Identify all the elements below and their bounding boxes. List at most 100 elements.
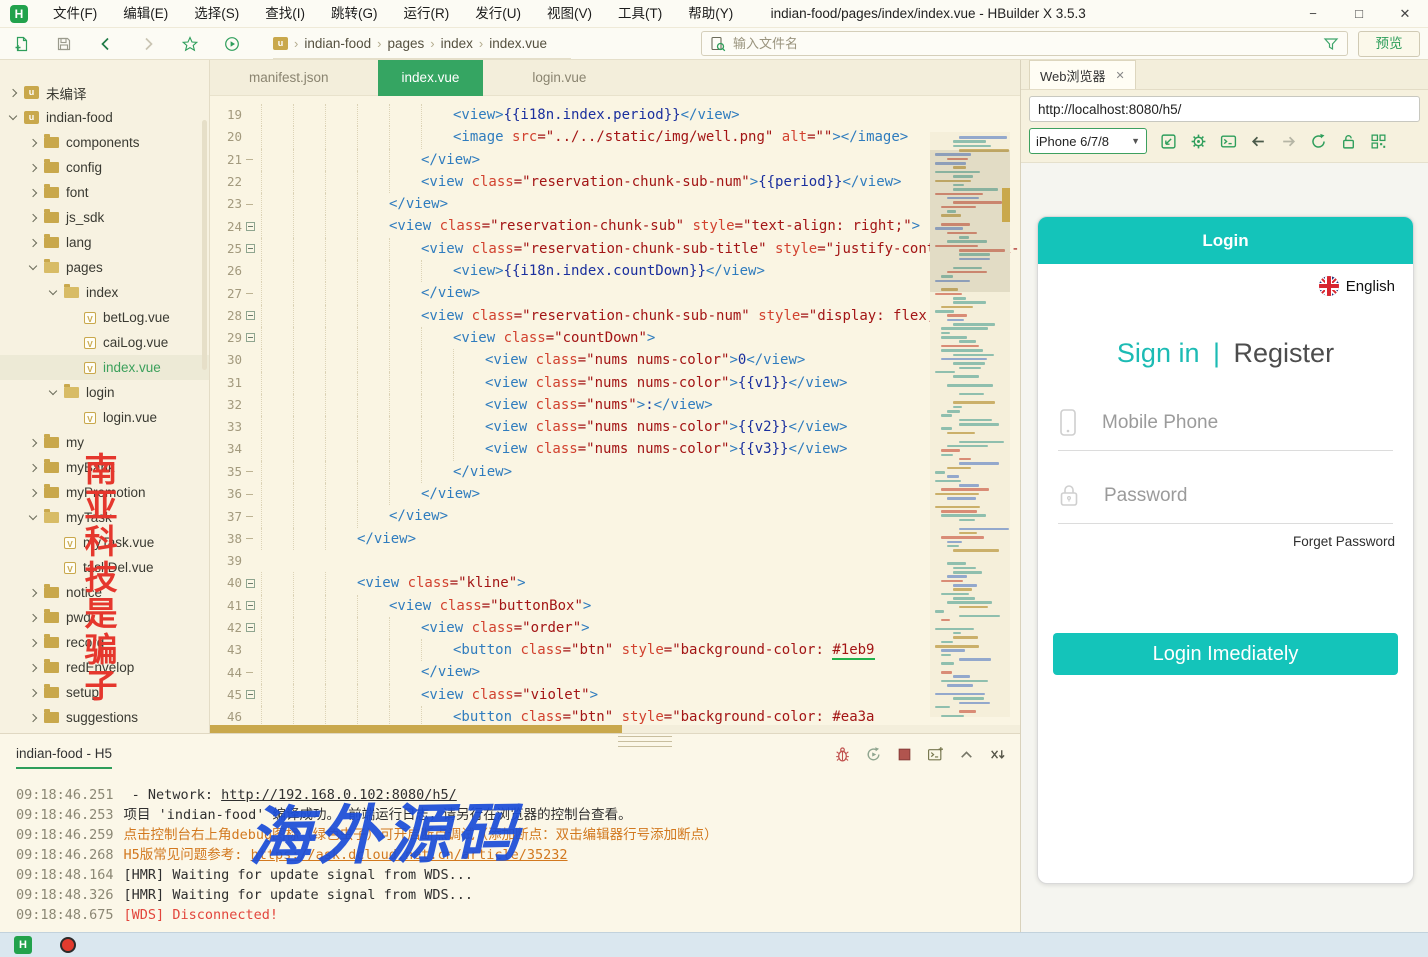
clear-console-icon[interactable] <box>989 746 1006 768</box>
line-number[interactable]: 31 <box>210 372 242 394</box>
sidebar-item-font[interactable]: font <box>0 180 209 205</box>
line-number[interactable]: 30 <box>210 349 242 371</box>
line-number[interactable]: 38 <box>210 528 242 550</box>
chevron-right-icon[interactable] <box>29 213 37 221</box>
login-button[interactable]: Login Imediately <box>1053 633 1398 675</box>
code-line-38[interactable]: 38</view> <box>210 528 1020 550</box>
sidebar-item-components[interactable]: components <box>0 130 209 155</box>
line-number[interactable]: 45 <box>210 684 242 706</box>
forward-icon[interactable] <box>140 36 156 52</box>
code-line-34[interactable]: 34<view class="nums nums-color">{{v3}}</… <box>210 438 1020 460</box>
chevron-down-icon[interactable] <box>49 287 57 295</box>
log-link[interactable]: https://ask.dcloud.net.cn/article/35232 <box>251 847 568 863</box>
code-line-25[interactable]: 25<view class="reservation-chunk-sub-tit… <box>210 238 1020 260</box>
line-number[interactable]: 39 <box>210 550 242 572</box>
console-tab[interactable]: indian-food - H5 <box>16 746 112 769</box>
sidebar-item-record[interactable]: record <box>0 630 209 655</box>
line-number[interactable]: 35 <box>210 461 242 483</box>
menu-item-2[interactable]: 选择(S) <box>181 0 252 28</box>
debug-bug-icon[interactable] <box>834 746 851 768</box>
menu-item-9[interactable]: 帮助(Y) <box>675 0 746 28</box>
code-line-22[interactable]: 22<view class="reservation-chunk-sub-num… <box>210 171 1020 193</box>
sign-in-tab[interactable]: Sign in <box>1117 338 1200 368</box>
sidebar-item-index[interactable]: index <box>0 280 209 305</box>
code-line-29[interactable]: 29<view class="countDown"> <box>210 327 1020 349</box>
chevron-right-icon[interactable] <box>29 163 37 171</box>
chevron-right-icon[interactable] <box>29 438 37 446</box>
save-icon[interactable] <box>56 36 72 52</box>
chevron-right-icon[interactable] <box>29 713 37 721</box>
taskbar-hbuilder-icon[interactable]: H <box>14 936 32 954</box>
chevron-right-icon[interactable] <box>9 88 17 96</box>
line-number[interactable]: 25 <box>210 238 242 260</box>
bookmark-star-icon[interactable] <box>182 36 198 52</box>
new-console-icon[interactable] <box>927 746 944 768</box>
fold-collapse-icon[interactable] <box>246 623 255 632</box>
line-number[interactable]: 27 <box>210 283 242 305</box>
code-line-20[interactable]: 20<image src="../../static/img/well.png"… <box>210 126 1020 148</box>
splitter-grip[interactable] <box>618 736 672 747</box>
chevron-right-icon[interactable] <box>29 663 37 671</box>
browser-back-icon[interactable] <box>1250 133 1267 150</box>
chevron-right-icon[interactable] <box>29 138 37 146</box>
line-number[interactable]: 42 <box>210 617 242 639</box>
code-line-28[interactable]: 28<view class="reservation-chunk-sub-num… <box>210 305 1020 327</box>
menu-item-0[interactable]: 文件(F) <box>40 0 110 28</box>
sidebar-item-myTask-vue[interactable]: VmyTask.vue <box>0 530 209 555</box>
fold-collapse-icon[interactable] <box>246 579 255 588</box>
sidebar-item-indian-food[interactable]: uindian-food <box>0 105 209 130</box>
url-input[interactable] <box>1029 96 1420 122</box>
sidebar-item-caiLog-vue[interactable]: VcaiLog.vue <box>0 330 209 355</box>
breadcrumb-item-index.vue[interactable]: index.vue <box>489 36 547 51</box>
code-line-33[interactable]: 33<view class="nums nums-color">{{v2}}</… <box>210 416 1020 438</box>
console-icon[interactable] <box>1220 133 1237 150</box>
minimap[interactable] <box>930 132 1010 717</box>
sidebar-item-betLog-vue[interactable]: VbetLog.vue <box>0 305 209 330</box>
minimize-button[interactable]: − <box>1290 0 1336 28</box>
code-line-44[interactable]: 44</view> <box>210 661 1020 683</box>
code-line-24[interactable]: 24<view class="reservation-chunk-sub" st… <box>210 215 1020 237</box>
sidebar-item-未编译[interactable]: u未编译 <box>0 80 209 105</box>
sidebar-item-redEnvelop[interactable]: redEnvelop <box>0 655 209 680</box>
menu-item-7[interactable]: 视图(V) <box>534 0 605 28</box>
sidebar-item-my[interactable]: my <box>0 430 209 455</box>
chevron-down-icon[interactable] <box>29 262 37 270</box>
settings-gear-icon[interactable] <box>1190 133 1207 150</box>
preview-button[interactable]: 预览 <box>1358 31 1420 57</box>
minimap-viewport[interactable] <box>930 150 1010 292</box>
chevron-down-icon[interactable] <box>49 387 57 395</box>
chevron-right-icon[interactable] <box>29 188 37 196</box>
line-number[interactable]: 36 <box>210 483 242 505</box>
code-line-43[interactable]: 43<button class="btn" style="background-… <box>210 639 1020 661</box>
fold-collapse-icon[interactable] <box>246 690 255 699</box>
line-number[interactable]: 24 <box>210 216 242 238</box>
breadcrumb-item-pages[interactable]: pages <box>388 36 425 51</box>
horizontal-scrollbar-thumb[interactable] <box>210 725 622 733</box>
sidebar-item-config[interactable]: config <box>0 155 209 180</box>
code-line-23[interactable]: 23</view> <box>210 193 1020 215</box>
sidebar-item-myBank[interactable]: myBank <box>0 455 209 480</box>
code-line-31[interactable]: 31<view class="nums nums-color">{{v1}}</… <box>210 372 1020 394</box>
sidebar-item-setup[interactable]: setup <box>0 680 209 705</box>
register-tab[interactable]: Register <box>1234 338 1335 368</box>
line-number[interactable]: 46 <box>210 706 242 725</box>
chevron-right-icon[interactable] <box>29 638 37 646</box>
breadcrumb-item-indian-food[interactable]: indian-food <box>304 36 371 51</box>
line-number[interactable]: 26 <box>210 260 242 282</box>
fold-collapse-icon[interactable] <box>246 244 255 253</box>
language-label[interactable]: English <box>1346 278 1395 295</box>
horizontal-scrollbar-track[interactable] <box>210 725 1020 733</box>
chevron-right-icon[interactable] <box>29 613 37 621</box>
menu-item-5[interactable]: 运行(R) <box>391 0 463 28</box>
line-number[interactable]: 21 <box>210 149 242 171</box>
search-input[interactable] <box>733 36 1323 51</box>
fold-collapse-icon[interactable] <box>246 333 255 342</box>
close-button[interactable]: ✕ <box>1382 0 1428 28</box>
qr-code-icon[interactable] <box>1370 133 1387 150</box>
stop-icon[interactable] <box>896 746 913 768</box>
collapse-panel-icon[interactable] <box>958 746 975 768</box>
chevron-down-icon[interactable] <box>9 112 17 120</box>
line-number[interactable]: 20 <box>210 126 242 148</box>
code-line-46[interactable]: 46<button class="btn" style="background-… <box>210 706 1020 725</box>
editor-tab-index-vue[interactable]: index.vue <box>378 60 484 96</box>
